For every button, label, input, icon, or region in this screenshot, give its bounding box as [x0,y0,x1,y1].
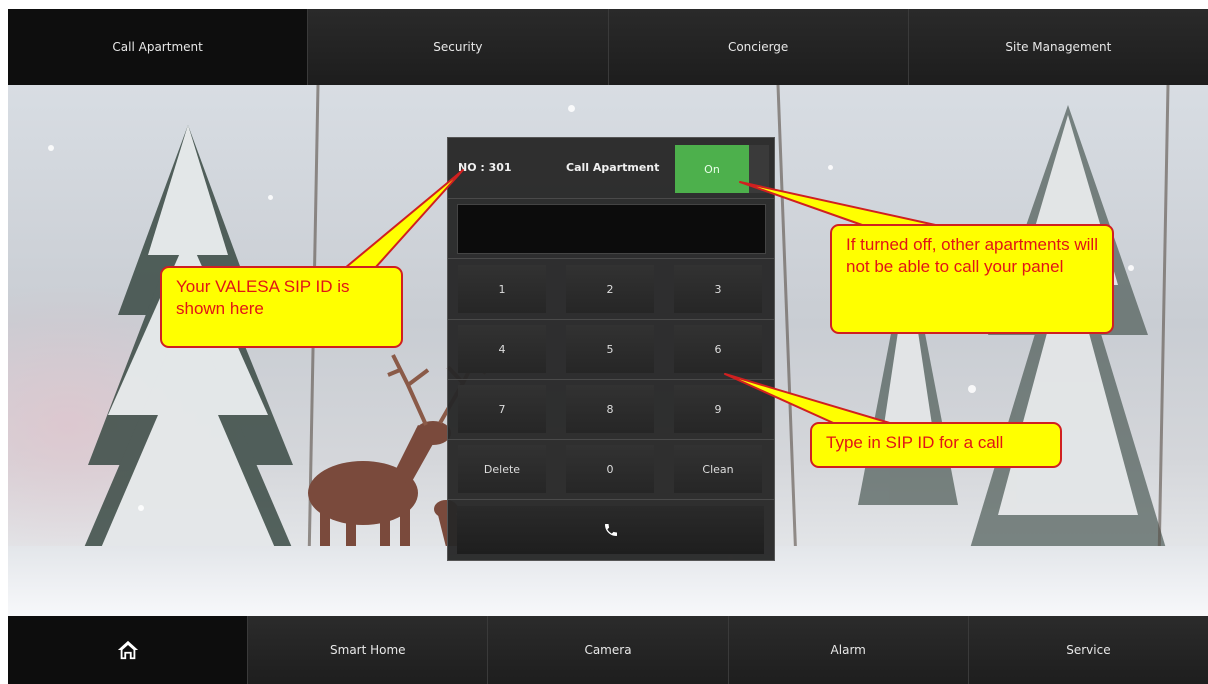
callout-keypad: Type in SIP ID for a call [810,422,1062,468]
home-button[interactable] [8,616,249,684]
callout-toggle-text: If turned off, other apartments will not… [846,235,1098,276]
callout-sip-id: Your VALESA SIP ID is shown here [160,266,403,348]
callout-sip-id-text: Your VALESA SIP ID is shown here [176,277,350,318]
callout-toggle: If turned off, other apartments will not… [830,224,1114,334]
tab-camera[interactable]: Camera [488,616,729,684]
tab-alarm[interactable]: Alarm [728,616,969,684]
bottom-nav: Smart Home Camera Alarm Service [8,616,1208,684]
callout-keypad-text: Type in SIP ID for a call [826,433,1004,452]
tab-smart-home[interactable]: Smart Home [248,616,489,684]
tab-service[interactable]: Service [968,616,1208,684]
home-icon [117,640,138,660]
